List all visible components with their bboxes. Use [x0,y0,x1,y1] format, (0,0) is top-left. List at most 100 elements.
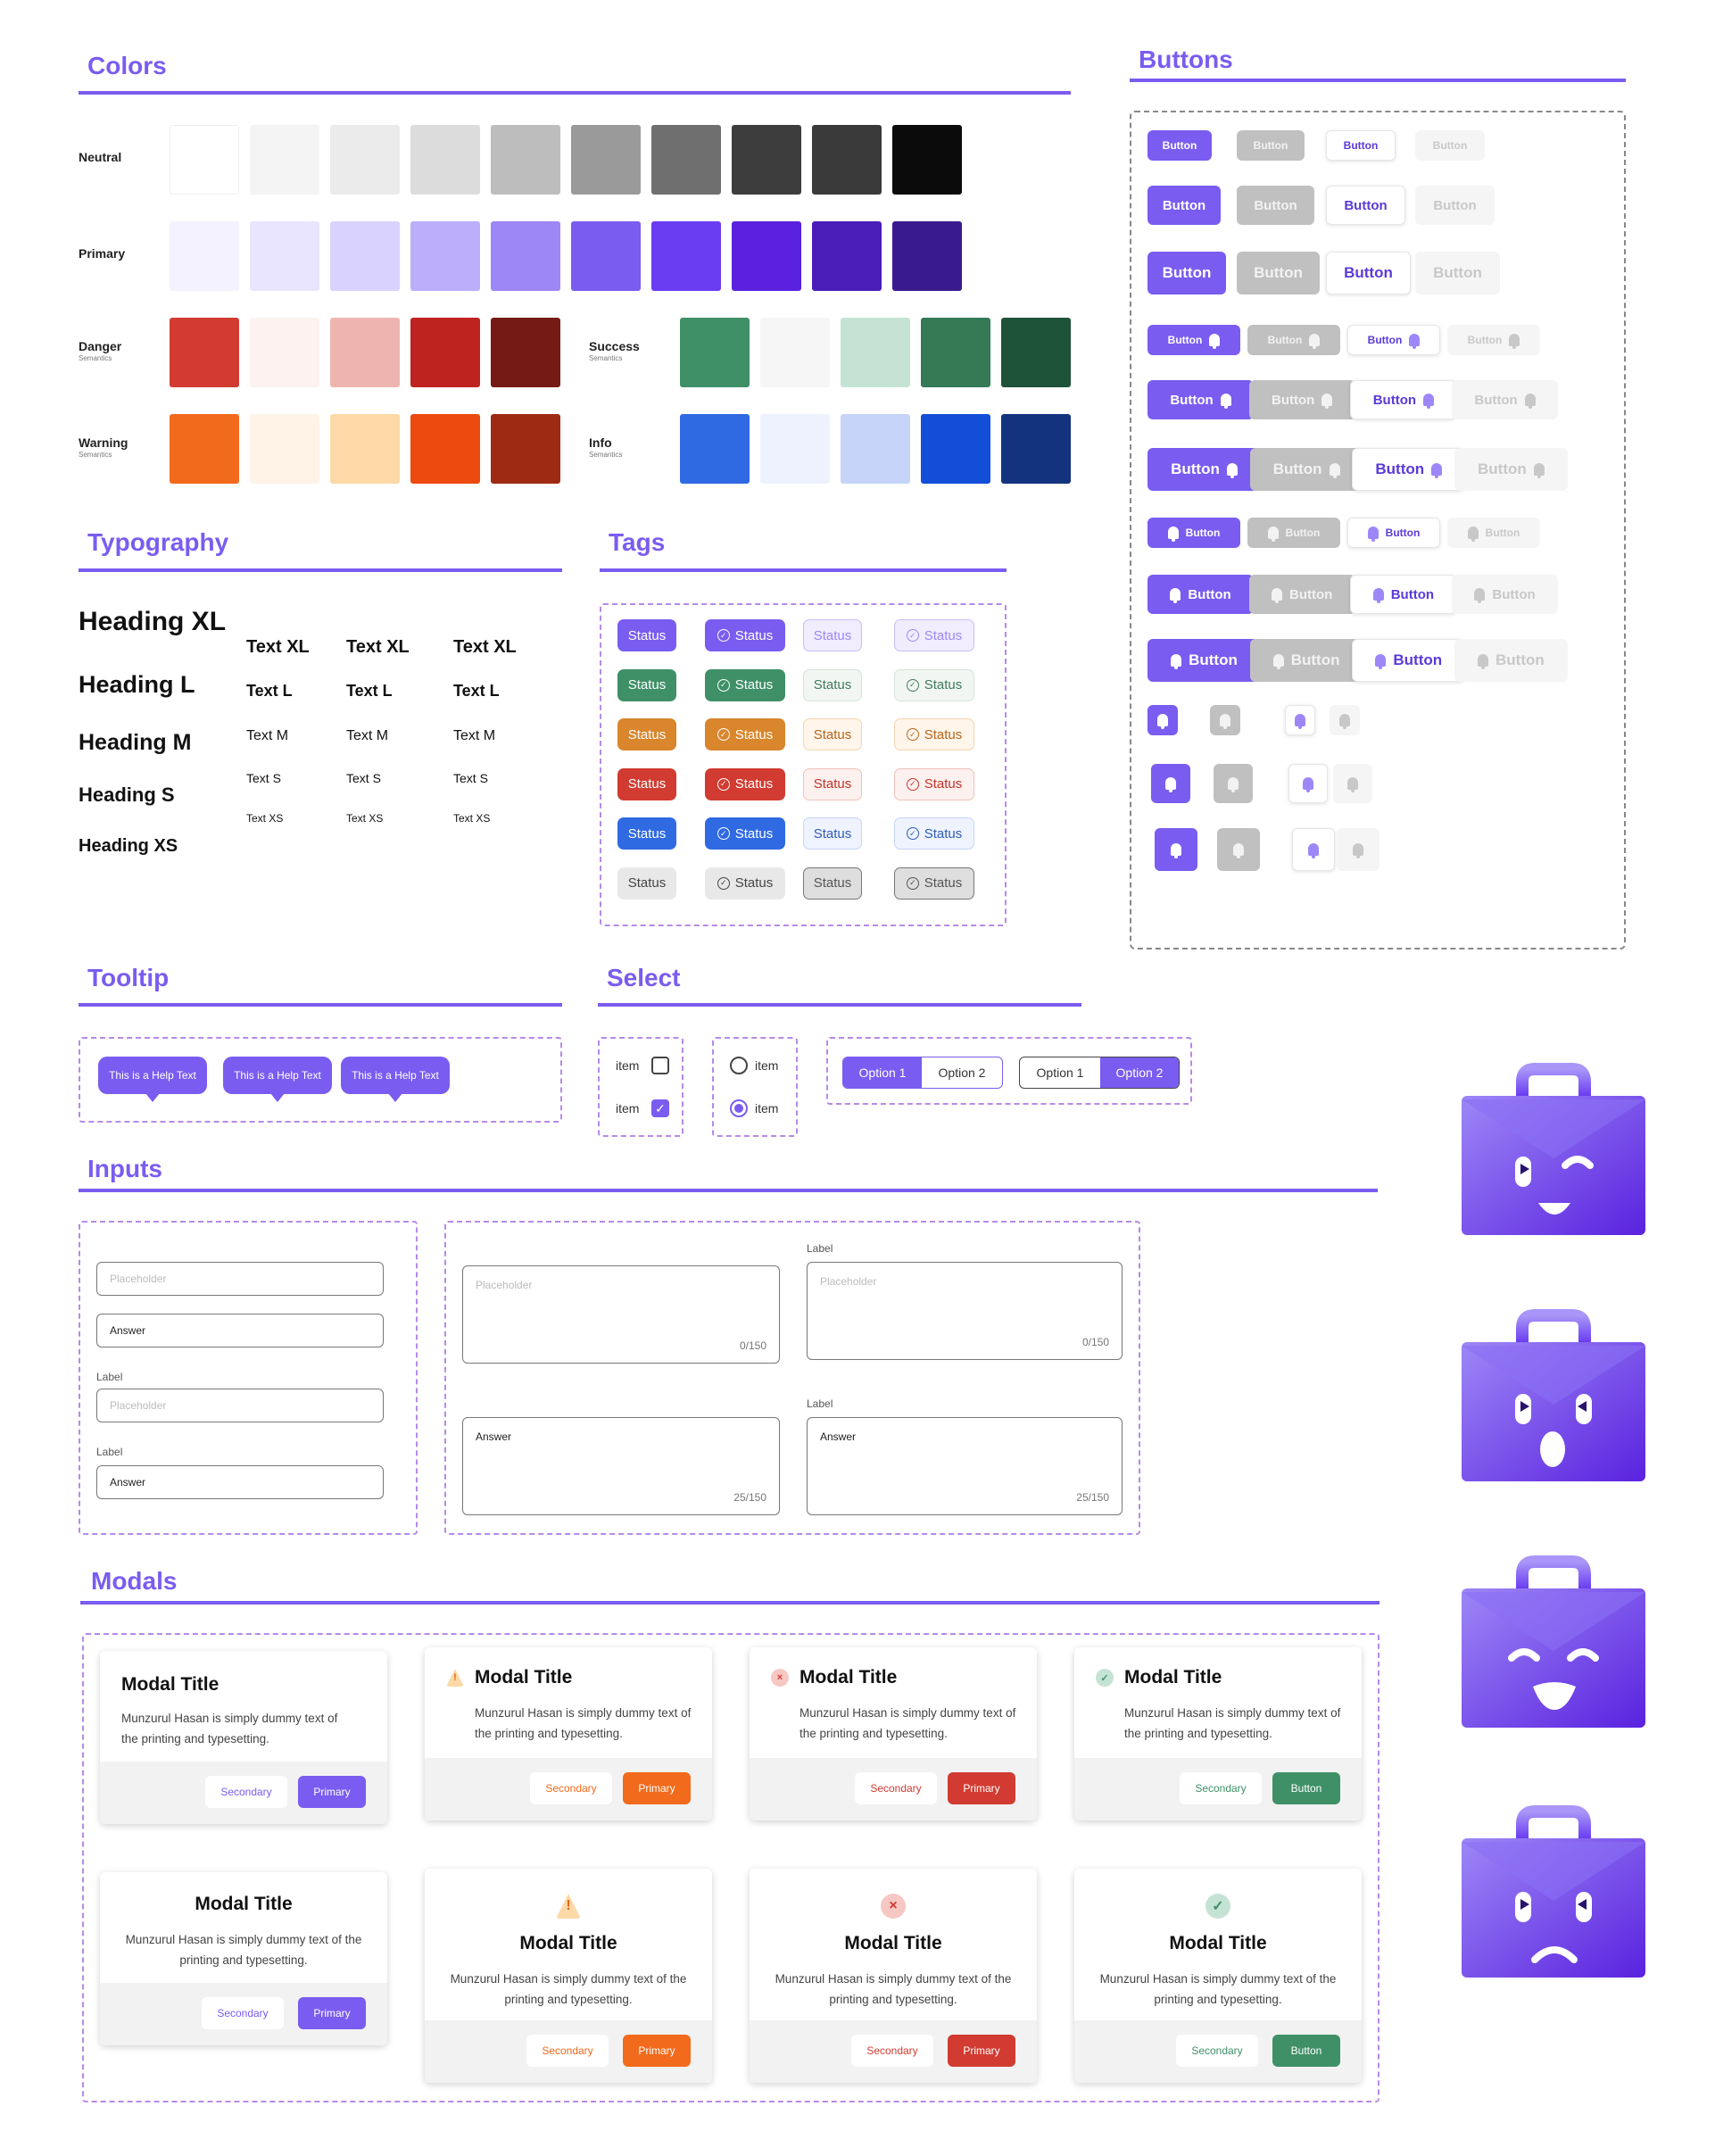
segment-option-2[interactable]: Option 2 [922,1057,1002,1088]
action-button[interactable]: Button [1326,252,1411,294]
action-button[interactable]: Button [1249,448,1363,491]
checkbox-checked[interactable]: ✓ [651,1099,669,1117]
bell-icon-button[interactable] [1337,828,1379,871]
radio-unselected[interactable] [730,1057,748,1074]
answer-input[interactable]: Answer [96,1314,384,1348]
button-label: Button [1478,460,1527,477]
action-button[interactable]: Button [1147,575,1254,614]
action-button[interactable]: Button [1147,448,1261,491]
button-label: Button [1385,527,1421,539]
action-button[interactable]: Button [1454,639,1568,682]
action-button[interactable]: Button [1415,252,1500,294]
labeled-answer-textarea[interactable]: Answer 25/150 [807,1417,1123,1515]
labeled-answer-input[interactable]: Answer [96,1465,384,1499]
action-button[interactable]: Button [1237,252,1320,294]
textarea-placeholder: Placeholder [820,1275,877,1288]
action-button[interactable]: Button [1415,130,1485,161]
action-button[interactable]: Button [1452,575,1559,614]
secondary-button[interactable]: Secondary [530,1772,612,1804]
action-button[interactable]: Button [1237,186,1314,225]
action-button[interactable]: Button [1248,575,1355,614]
action-button[interactable]: Button [1147,639,1261,682]
action-button[interactable]: Button [1352,448,1466,491]
action-button[interactable]: Button [1352,639,1466,682]
bell-icon-button[interactable] [1292,828,1335,871]
action-button[interactable]: Button [1350,575,1457,614]
action-button[interactable]: Button [1147,252,1226,294]
answer-textarea[interactable]: Answer 25/150 [462,1417,780,1515]
briefcase-mascot-icon [1460,1803,1647,1981]
segment-option-1[interactable]: Option 1 [843,1057,922,1088]
action-button[interactable]: Button [1247,325,1340,355]
modal-title: Modal Title [800,1667,898,1687]
bell-icon-button[interactable] [1155,828,1197,871]
primary-button[interactable]: Primary [623,1772,691,1804]
primary-button[interactable]: Primary [298,1997,366,2029]
action-button[interactable]: Button [1447,325,1540,355]
primary-button[interactable]: Primary [948,1772,1015,1804]
bell-icon-button[interactable] [1151,764,1190,803]
bell-icon-button[interactable] [1210,705,1240,735]
action-button[interactable]: Button [1347,518,1440,548]
action-button[interactable]: Button [1147,325,1240,355]
primary-button[interactable]: Primary [948,2035,1015,2067]
bell-icon-button[interactable] [1217,828,1260,871]
bell-icon-button[interactable] [1330,705,1360,735]
action-button[interactable]: Button [1147,186,1221,225]
action-button[interactable]: Button [1326,130,1396,161]
segmented-control-2: Option 1 Option 2 [1019,1057,1180,1089]
action-button[interactable]: Button [1452,380,1559,419]
radio-label: item [755,1058,779,1073]
success-color-label: Success Semantics [589,339,640,362]
secondary-button[interactable]: Secondary [202,1997,284,2029]
action-button[interactable]: Button [1147,130,1212,161]
bell-icon-button[interactable] [1333,764,1372,803]
checkbox-label: item [616,1101,640,1115]
primary-button[interactable]: Primary [298,1776,366,1808]
secondary-button[interactable]: Secondary [1180,1772,1262,1804]
button-label: Button [1162,139,1197,152]
secondary-button[interactable]: Secondary [851,2035,933,2067]
action-button[interactable]: Button [1247,518,1340,548]
segment-option-2[interactable]: Option 2 [1100,1057,1179,1088]
secondary-button[interactable]: Secondary [855,1772,937,1804]
primary-button[interactable]: Button [1272,1772,1340,1804]
status-tag: Status [803,817,862,850]
action-button[interactable]: Button [1237,130,1305,161]
bell-icon [1372,588,1384,603]
text-sample: Text M [246,728,289,743]
secondary-button[interactable]: Secondary [526,2035,609,2067]
action-button[interactable]: Button [1147,518,1240,548]
secondary-button[interactable]: Secondary [1176,2035,1258,2067]
action-button[interactable]: Button [1249,639,1363,682]
action-button[interactable]: Button [1147,380,1254,419]
textarea-value: Answer [820,1430,857,1443]
button-label: Button [1432,139,1468,152]
action-button[interactable]: Button [1347,325,1440,355]
placeholder-textarea[interactable]: Placeholder 0/150 [462,1265,780,1364]
bell-icon-button[interactable] [1288,764,1328,803]
labeled-placeholder-textarea[interactable]: Placeholder 0/150 [807,1262,1123,1360]
radio-selected[interactable] [730,1099,748,1117]
action-button[interactable]: Button [1350,380,1457,419]
action-button[interactable]: Button [1454,448,1568,491]
bell-icon-button[interactable] [1147,705,1178,735]
bell-icon-button[interactable] [1214,764,1253,803]
action-button[interactable]: Button [1447,518,1540,548]
status-tag-label: Status [627,726,667,742]
segment-option-1[interactable]: Option 1 [1020,1057,1100,1088]
warning-icon: ! [446,1669,464,1687]
success-swatch [1001,318,1071,387]
action-button[interactable]: Button [1248,380,1355,419]
bell-icon-button[interactable] [1285,705,1315,735]
checkbox-unchecked[interactable] [651,1057,669,1074]
placeholder-input[interactable]: Placeholder [96,1262,384,1296]
bell-icon [1524,394,1536,409]
secondary-button[interactable]: Secondary [205,1776,287,1808]
labeled-placeholder-input[interactable]: Placeholder [96,1389,384,1422]
check-circle-icon: ✓ [906,678,919,692]
action-button[interactable]: Button [1415,186,1495,225]
primary-button[interactable]: Button [1272,2035,1340,2067]
action-button[interactable]: Button [1326,186,1405,225]
primary-button[interactable]: Primary [623,2035,691,2067]
